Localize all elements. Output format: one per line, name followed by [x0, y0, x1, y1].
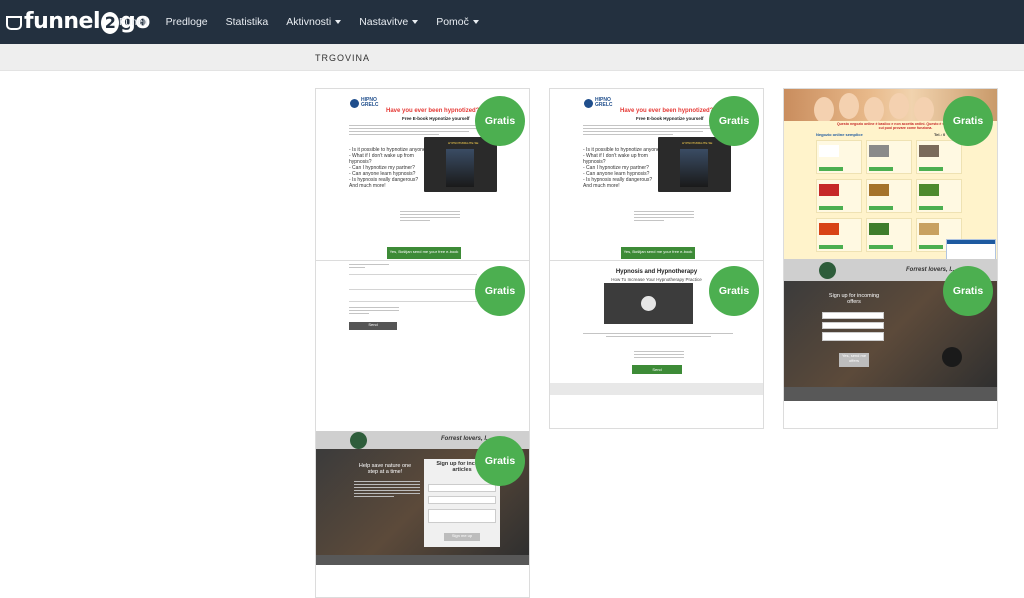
main-nav: Funeli Predloge Statistika Aktivnosti Na… — [110, 0, 488, 44]
preview-send-button: Send — [632, 365, 682, 374]
coffee-cup-image — [942, 347, 962, 367]
play-icon — [641, 296, 656, 311]
nav-predloge[interactable]: Predloge — [166, 16, 208, 28]
top-navbar: funnel 2 go Funeli Predloge Statistika Akt… — [0, 0, 1024, 44]
shop-phone: Tel.: 0 — [934, 132, 946, 137]
logo-dot-icon — [350, 98, 359, 108]
mini-logo: HIPNO GRELC — [584, 98, 613, 108]
template-card-hypnotherapy[interactable]: HIPNO GRELC Have you ever been hypnotized… — [549, 88, 764, 429]
ebook-image: HYPNOTIZIRAJTE SE — [424, 137, 497, 192]
preview-cta-button: Yes, Boštjan send me your free e-book — [387, 247, 461, 259]
preview-send-button: Send — [349, 322, 397, 330]
nav-pomoc[interactable]: Pomoč — [436, 16, 479, 28]
preview-signup-title: Sign up for incoming offers — [828, 293, 880, 305]
ebook-image: HYPNOTIZIRAJTE SE — [658, 137, 731, 192]
mini-logo: HIPNO GRELC — [350, 98, 379, 108]
preview-subheadline: Free E-book Hypnotize yourself — [636, 116, 704, 121]
logo-text-left: funnel — [24, 8, 101, 34]
preview-signup-button: Sign me up — [444, 533, 480, 541]
preview-cta-button: Yes, Boštjan send me your free e-book — [621, 247, 695, 259]
gratis-badge: Gratis — [475, 266, 525, 316]
caret-down-icon — [335, 20, 342, 25]
tree-logo-icon — [350, 432, 367, 449]
gratis-badge: Gratis — [709, 96, 759, 146]
preview-offers-button: Yes, send me offers — [839, 353, 869, 367]
preview-headline: Have you ever been hypnotized? — [386, 108, 480, 114]
nav-funeli[interactable]: Funeli — [119, 16, 148, 28]
breadcrumb-bar: TRGOVINA — [0, 44, 1024, 71]
gratis-badge: Gratis — [943, 96, 993, 146]
preview-left-title: Help save nature one step at a time! — [358, 463, 412, 475]
gratis-badge: Gratis — [475, 96, 525, 146]
shop-name: Negozio online semplice — [816, 132, 863, 137]
caret-down-icon — [412, 20, 419, 25]
preview-bullets: - Is it possible to hypnotize anyone? - W… — [583, 147, 663, 189]
nav-aktivnosti[interactable]: Aktivnosti — [286, 16, 342, 28]
page-title: TRGOVINA — [315, 53, 371, 63]
nav-nastavitve[interactable]: Nastavitve — [359, 16, 419, 28]
logo-dot-icon — [584, 98, 593, 108]
coffee-cup-icon — [6, 16, 22, 30]
gratis-badge: Gratis — [709, 266, 759, 316]
preview-form-lines — [400, 211, 460, 223]
nav-statistika[interactable]: Statistika — [226, 16, 269, 28]
tree-logo-icon — [819, 262, 836, 279]
template-card-shop[interactable]: Questo negozio online è basilco e non ac… — [783, 88, 998, 429]
caret-down-icon — [472, 20, 479, 25]
preview-bullets: - Is it possible to hypnotize anyone? - W… — [349, 147, 429, 189]
gratis-badge: Gratis — [475, 436, 525, 486]
preview-subheadline: Free E-book Hypnotize yourself — [402, 116, 470, 121]
preview-headline: Have you ever been hypnotized? — [620, 108, 714, 114]
preview-forrest-name: Forrest lovers, I... — [906, 267, 957, 273]
gratis-badge: Gratis — [943, 266, 993, 316]
preview-cart-widget — [946, 239, 996, 261]
preview-video — [604, 283, 693, 324]
template-card-hypnosis[interactable]: HIPNO GRELC Have you ever been hypnotized… — [315, 88, 530, 598]
